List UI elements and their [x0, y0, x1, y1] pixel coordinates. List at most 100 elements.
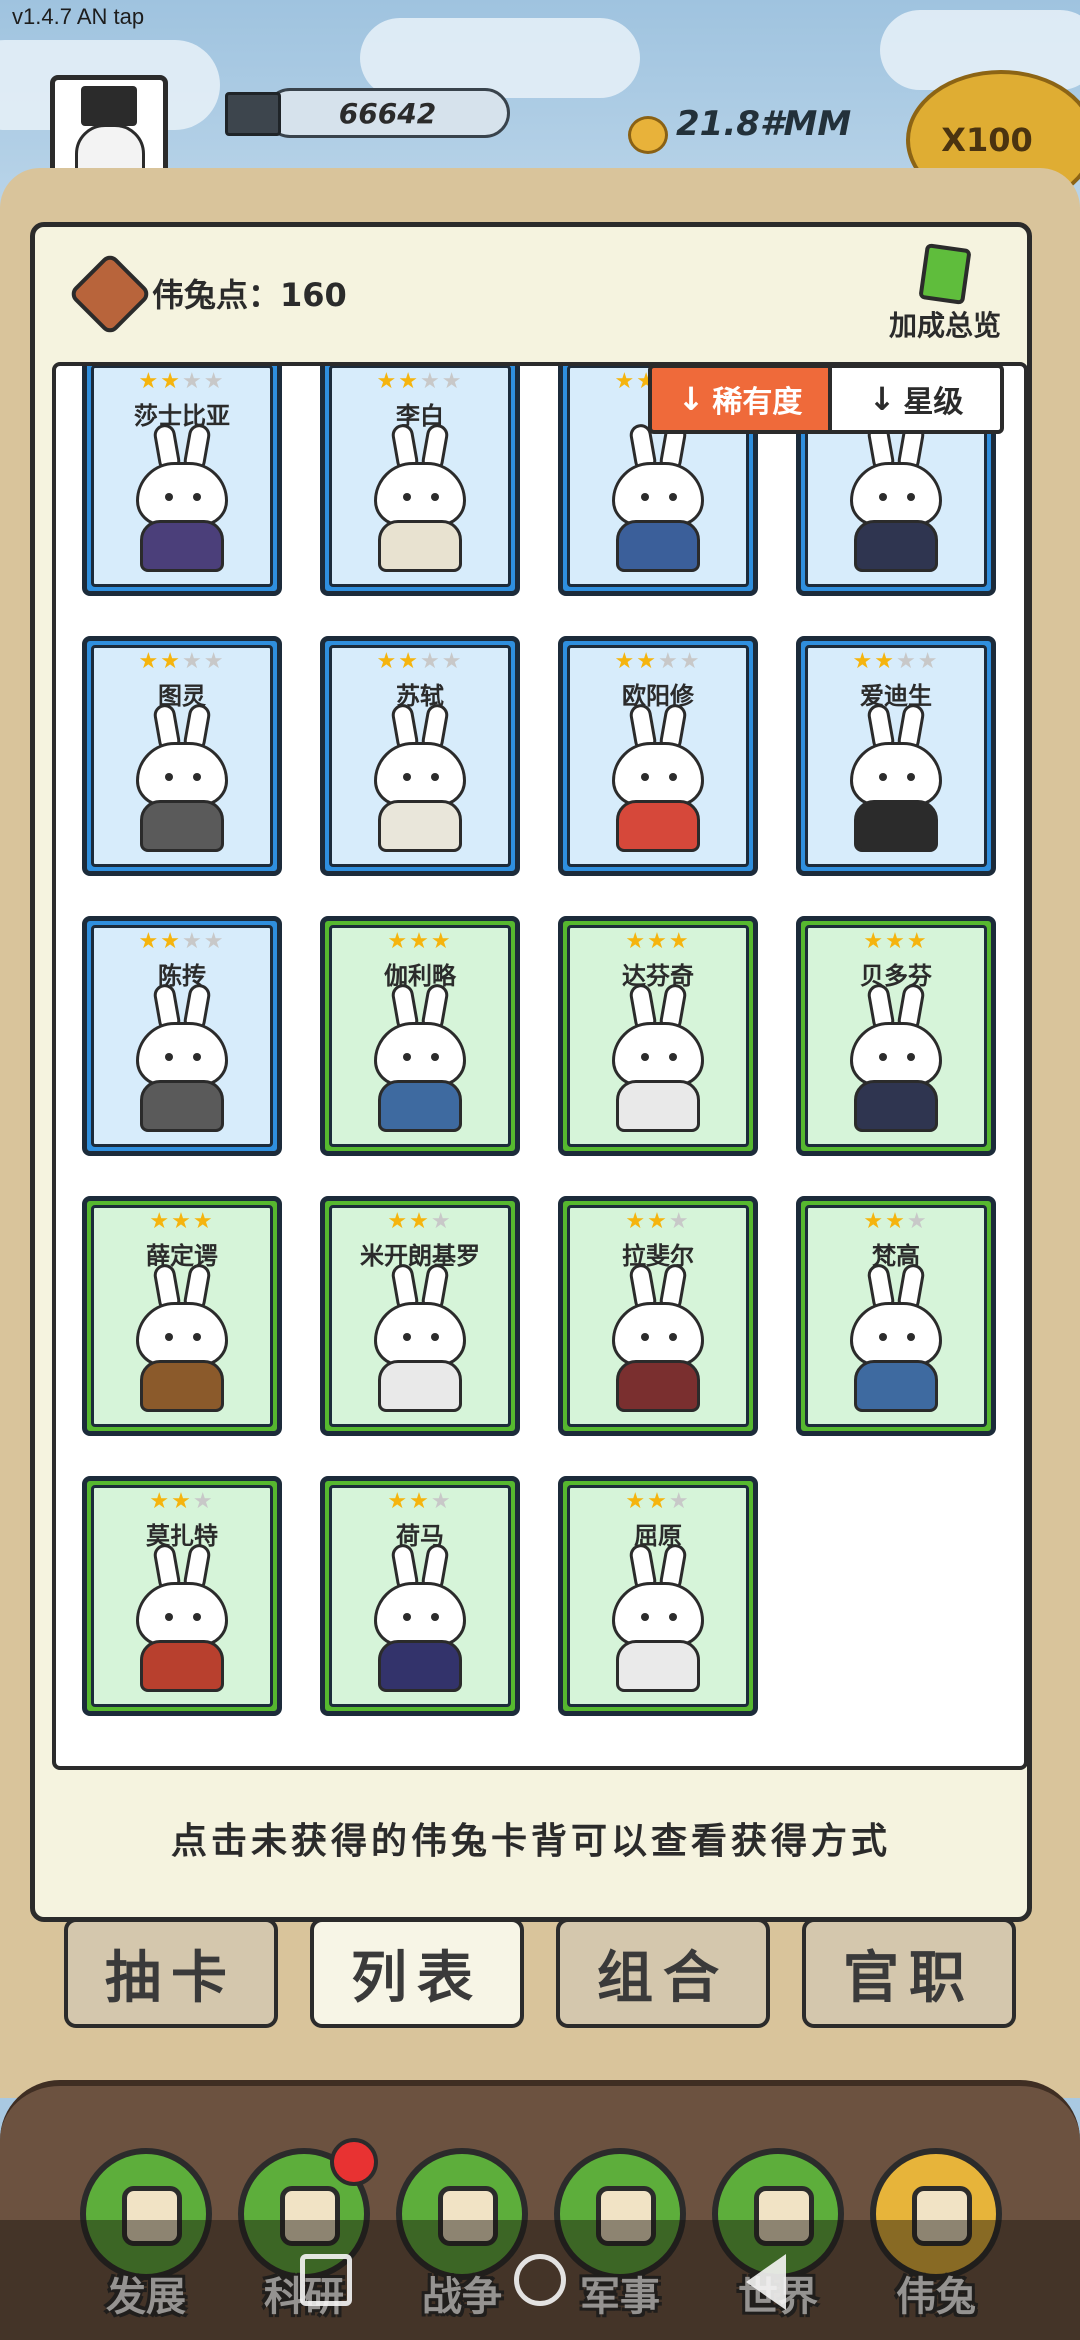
eye [193, 493, 201, 501]
bunny-portrait-icon [122, 702, 242, 854]
hero-card[interactable]: ★★★ 梵高 [796, 1196, 996, 1436]
eye [403, 773, 411, 781]
costume [616, 1360, 700, 1412]
hero-card[interactable]: ★★★ 莫扎特 [82, 1476, 282, 1716]
star-icon: ★ [647, 1489, 669, 1514]
eye [431, 773, 439, 781]
head [612, 1582, 704, 1646]
head [374, 1582, 466, 1646]
costume [378, 1640, 462, 1692]
star-icon: ★ [160, 649, 182, 674]
hero-card[interactable]: ★★★★ 欧阳修 [558, 636, 758, 876]
head [612, 462, 704, 526]
star-icon: ★ [387, 1209, 410, 1234]
tab-combo[interactable]: 组合 [556, 1918, 770, 2028]
coin-counter: 21.8#MM [676, 104, 852, 144]
coin-icon [628, 116, 668, 154]
bunny-portrait-icon [836, 422, 956, 574]
hero-card[interactable]: ★★★ 拉斐尔 [558, 1196, 758, 1436]
star-rating: ★★★ [570, 930, 746, 954]
home-icon[interactable] [514, 2254, 566, 2306]
star-icon: ★ [614, 649, 637, 674]
hero-card-face: ★★★★ 欧阳修 [567, 645, 749, 867]
bunny-portrait-icon [360, 702, 480, 854]
star-icon: ★ [896, 649, 918, 674]
cloud [360, 18, 640, 98]
bunny-portrait-icon [836, 1262, 956, 1414]
bunny-portrait-icon [360, 1262, 480, 1414]
costume [854, 1360, 938, 1412]
star-icon: ★ [441, 649, 464, 674]
eye [879, 773, 887, 781]
hero-card[interactable]: ★★★ 伽利略 [320, 916, 520, 1156]
hero-card[interactable]: ★★★★ 图灵 [82, 636, 282, 876]
hero-card[interactable]: ★★★★ 莎士比亚 [82, 366, 282, 596]
bunny-points-value: 160 [280, 276, 347, 314]
bunny-portrait-icon [122, 1262, 242, 1414]
star-rating: ★★★ [808, 1210, 984, 1234]
head [850, 742, 942, 806]
bunny-portrait-icon [122, 422, 242, 574]
eye [193, 1333, 201, 1341]
bunny-points-label: 伟兔点： [152, 276, 281, 314]
star-icon: ★ [160, 929, 182, 954]
star-icon: ★ [171, 1489, 193, 1514]
hero-card[interactable]: ★★★ 薛定谔 [82, 1196, 282, 1436]
star-icon: ★ [863, 929, 886, 954]
back-icon[interactable] [746, 2254, 786, 2310]
star-rating: ★★★ [332, 930, 508, 954]
eye [403, 493, 411, 501]
hero-card-face: ★★★ 梵高 [805, 1205, 987, 1427]
costume [140, 520, 224, 572]
hero-card[interactable]: ★★★ 荷马 [320, 1476, 520, 1716]
hero-card[interactable]: ★★★ 达芬奇 [558, 916, 758, 1156]
bunny-portrait-icon [360, 1542, 480, 1694]
hero-card-face: ★★★ 拉斐尔 [567, 1205, 749, 1427]
eye [403, 1053, 411, 1061]
hero-card[interactable]: ★★★★ 苏轼 [320, 636, 520, 876]
hint-text: 点击未获得的伟兔卡背可以查看获得方式 [170, 1821, 891, 1862]
eye [879, 1053, 887, 1061]
sort-star-label: 星级 [903, 385, 964, 420]
sort-star-button[interactable]: ↓ 星级 [832, 364, 1004, 434]
hero-card[interactable]: ★★★★ 李白 [320, 366, 520, 596]
star-icon: ★ [668, 1489, 691, 1514]
tab-office[interactable]: 官职 [802, 1918, 1016, 2028]
hero-card[interactable]: ★★★★ 陈抟 [82, 916, 282, 1156]
hero-card[interactable]: ★★★ 屈原 [558, 1476, 758, 1716]
star-icon: ★ [625, 1209, 648, 1234]
resource-counter: 66642 [265, 88, 510, 138]
star-icon: ★ [192, 1209, 215, 1234]
bonus-overview-button[interactable]: 加成总览 [870, 243, 1020, 344]
star-icon: ★ [441, 369, 464, 394]
eye [431, 1053, 439, 1061]
hero-card[interactable]: ★★★ 贝多芬 [796, 916, 996, 1156]
card-grid[interactable]: ★★★★莎士比亚★★★★李白★★★★★★★★★★★★图灵★★★★苏轼★★★★欧阳… [52, 362, 1028, 1770]
star-rating: ★★★★ [332, 650, 508, 674]
star-icon: ★ [192, 1489, 215, 1514]
costume [378, 1080, 462, 1132]
star-icon: ★ [658, 649, 680, 674]
bunny-points: 伟兔点：160 [152, 270, 347, 316]
tab-list[interactable]: 列表 [310, 1918, 524, 2028]
head [136, 462, 228, 526]
hero-card[interactable]: ★★★ 米开朗基罗 [320, 1196, 520, 1436]
recent-apps-icon[interactable] [300, 2254, 352, 2306]
costume [854, 1080, 938, 1132]
hero-card[interactable]: ★★★★ 爱迪生 [796, 636, 996, 876]
star-icon: ★ [149, 1209, 172, 1234]
eye [907, 773, 915, 781]
eye [907, 493, 915, 501]
bunny-portrait-icon [122, 982, 242, 1134]
hero-card-face: ★★★ 贝多芬 [805, 925, 987, 1147]
star-icon: ★ [138, 649, 161, 674]
star-icon: ★ [668, 929, 691, 954]
head [612, 1022, 704, 1086]
hero-card-face: ★★★★ 爱迪生 [805, 645, 987, 867]
tab-draw[interactable]: 抽卡 [64, 1918, 278, 2028]
star-icon: ★ [874, 649, 896, 674]
star-icon: ★ [420, 369, 442, 394]
star-rating: ★★★ [808, 930, 984, 954]
eye [669, 1613, 677, 1621]
sort-rarity-button[interactable]: ↓ 稀有度 [648, 364, 832, 434]
